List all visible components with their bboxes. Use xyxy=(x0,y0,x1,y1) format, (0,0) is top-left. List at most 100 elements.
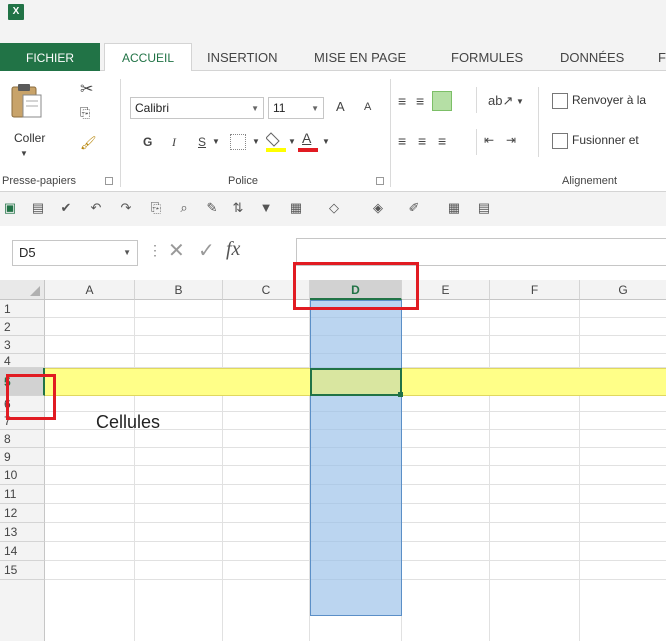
print-preview-icon[interactable]: ▤ xyxy=(30,200,46,216)
cancel-icon[interactable]: ✕ xyxy=(168,238,185,263)
column-header-b[interactable]: B xyxy=(135,280,223,300)
border-color-icon[interactable]: ✐ xyxy=(406,200,422,216)
chevron-down-icon[interactable]: ▼ xyxy=(212,137,220,146)
borders-icon[interactable]: ▦ xyxy=(446,200,462,216)
italic-button[interactable]: I xyxy=(172,135,176,150)
tab-donnees[interactable]: DONNÉES xyxy=(560,43,624,73)
name-box[interactable]: D5 ▼ xyxy=(12,240,138,266)
clipboard-launcher-icon[interactable] xyxy=(105,177,113,185)
cut-icon[interactable]: ✂ xyxy=(80,79,93,99)
align-right-icon[interactable]: ≡ xyxy=(438,133,446,149)
gridline xyxy=(134,300,135,641)
fill-color-icon[interactable] xyxy=(265,129,286,153)
paste-values-icon[interactable]: ⎘ xyxy=(148,200,164,216)
bold-button[interactable]: G xyxy=(143,135,152,149)
column-header-f[interactable]: F xyxy=(490,280,580,300)
chevron-down-icon[interactable]: ▼ xyxy=(322,137,330,146)
merge-icon[interactable]: ▤ xyxy=(476,200,492,216)
font-size-value: 11 xyxy=(273,101,286,115)
font-name-value: Calibri xyxy=(135,101,170,115)
select-all-button[interactable] xyxy=(0,280,45,300)
paste-dropdown-icon[interactable]: ▼ xyxy=(20,149,28,158)
column-callout-box xyxy=(293,262,419,310)
row-header-1[interactable]: 1 xyxy=(0,300,45,318)
zoom-icon[interactable]: ⌕ xyxy=(176,200,192,216)
merge-center-icon[interactable] xyxy=(552,133,568,149)
tab-accueil[interactable]: ACCUEIL xyxy=(104,43,192,72)
paste-icon[interactable] xyxy=(8,81,48,121)
copy-icon[interactable]: ⎘ xyxy=(80,105,90,121)
insert-function-button[interactable]: fx xyxy=(226,238,240,261)
ribbon: Coller ▼ ✂ ⎘ 🖌 Presse-papiers Calibri ▼ … xyxy=(0,71,666,192)
tab-formules[interactable]: FORMULES xyxy=(451,43,523,73)
group-separator xyxy=(538,87,539,157)
increase-indent-icon[interactable]: ⇥ xyxy=(506,133,516,147)
gridline xyxy=(579,300,580,641)
underline-button[interactable]: S xyxy=(198,135,206,149)
fill-handle[interactable] xyxy=(398,392,403,397)
spelling-icon[interactable]: ✔ xyxy=(58,200,74,216)
row-header-13[interactable]: 13 xyxy=(0,523,45,542)
wrap-text-icon[interactable] xyxy=(552,93,568,109)
gridline xyxy=(489,300,490,641)
align-middle-icon[interactable]: ≡ xyxy=(416,93,424,109)
column-header-g[interactable]: G xyxy=(580,280,666,300)
font-group-label: Police xyxy=(228,175,258,187)
excel-logo-icon: X xyxy=(8,4,24,20)
alignment-group-label: Alignement xyxy=(562,175,618,187)
tab-insertion[interactable]: INSERTION xyxy=(207,43,278,73)
tab-mise-en-page[interactable]: MISE EN PAGE xyxy=(314,43,406,73)
format-painter-icon[interactable]: ✎ xyxy=(204,200,220,216)
row-header-15[interactable]: 15 xyxy=(0,561,45,580)
font-launcher-icon[interactable] xyxy=(376,177,384,185)
group-separator xyxy=(476,87,477,113)
row-header-9[interactable]: 9 xyxy=(0,448,45,466)
grow-font-icon[interactable]: A xyxy=(336,99,345,114)
more-options-icon: ⋮ xyxy=(148,242,162,258)
chevron-down-icon[interactable]: ▼ xyxy=(516,97,524,106)
shapes-icon[interactable]: ◇ xyxy=(326,200,342,216)
chevron-down-icon[interactable]: ▼ xyxy=(288,137,296,146)
row-header-3[interactable]: 3 xyxy=(0,336,45,354)
tab-fichier[interactable]: FICHIER xyxy=(0,43,100,73)
row-header-10[interactable]: 10 xyxy=(0,466,45,485)
undo-icon[interactable]: ↶ xyxy=(88,200,104,216)
font-size-combo[interactable]: 11 ▼ xyxy=(268,97,324,119)
group-separator xyxy=(390,79,391,187)
row-header-11[interactable]: 11 xyxy=(0,485,45,504)
column-header-a[interactable]: A xyxy=(45,280,135,300)
enter-icon[interactable]: ✓ xyxy=(198,238,215,263)
save-icon[interactable]: ▣ xyxy=(2,200,18,216)
tab-partial[interactable]: F xyxy=(658,43,666,73)
row-header-12[interactable]: 12 xyxy=(0,504,45,523)
filter-icon[interactable]: ▼ xyxy=(258,200,274,216)
align-top-icon[interactable]: ≡ xyxy=(398,93,406,109)
format-painter-icon[interactable]: 🖌 xyxy=(80,135,97,151)
paste-label[interactable]: Coller xyxy=(14,131,45,145)
orientation-icon[interactable]: ab↗ xyxy=(488,93,513,109)
merge-center-button[interactable]: Fusionner et xyxy=(572,133,639,147)
spreadsheet-grid[interactable]: A B C D E F G 1 2 3 4 5 6 7 8 9 10 11 12… xyxy=(0,280,666,641)
chevron-down-icon[interactable]: ▼ xyxy=(123,248,131,257)
row-header-8[interactable]: 8 xyxy=(0,430,45,448)
wrap-text-button[interactable]: Renvoyer à la xyxy=(572,93,646,107)
fill-color-icon[interactable]: ◈ xyxy=(370,200,386,216)
redo-icon[interactable]: ↷ xyxy=(118,200,134,216)
decrease-indent-icon[interactable]: ⇤ xyxy=(484,133,494,147)
active-cell[interactable] xyxy=(310,368,402,396)
align-bottom-icon[interactable] xyxy=(432,91,452,111)
font-color-icon[interactable]: A xyxy=(298,129,318,153)
name-box-value: D5 xyxy=(19,245,36,260)
table-icon[interactable]: ▦ xyxy=(288,200,304,216)
chevron-down-icon[interactable]: ▼ xyxy=(252,137,260,146)
shrink-font-icon[interactable]: A xyxy=(364,101,371,113)
row-header-14[interactable]: 14 xyxy=(0,542,45,561)
sort-icon[interactable]: ⇅ xyxy=(230,200,246,216)
borders-icon[interactable] xyxy=(230,134,246,150)
row-header-4[interactable]: 4 xyxy=(0,354,45,368)
align-center-icon[interactable]: ≡ xyxy=(418,133,426,149)
font-name-combo[interactable]: Calibri ▼ xyxy=(130,97,264,119)
row-header-filler xyxy=(0,580,45,641)
align-left-icon[interactable]: ≡ xyxy=(398,133,406,149)
row-header-2[interactable]: 2 xyxy=(0,318,45,336)
